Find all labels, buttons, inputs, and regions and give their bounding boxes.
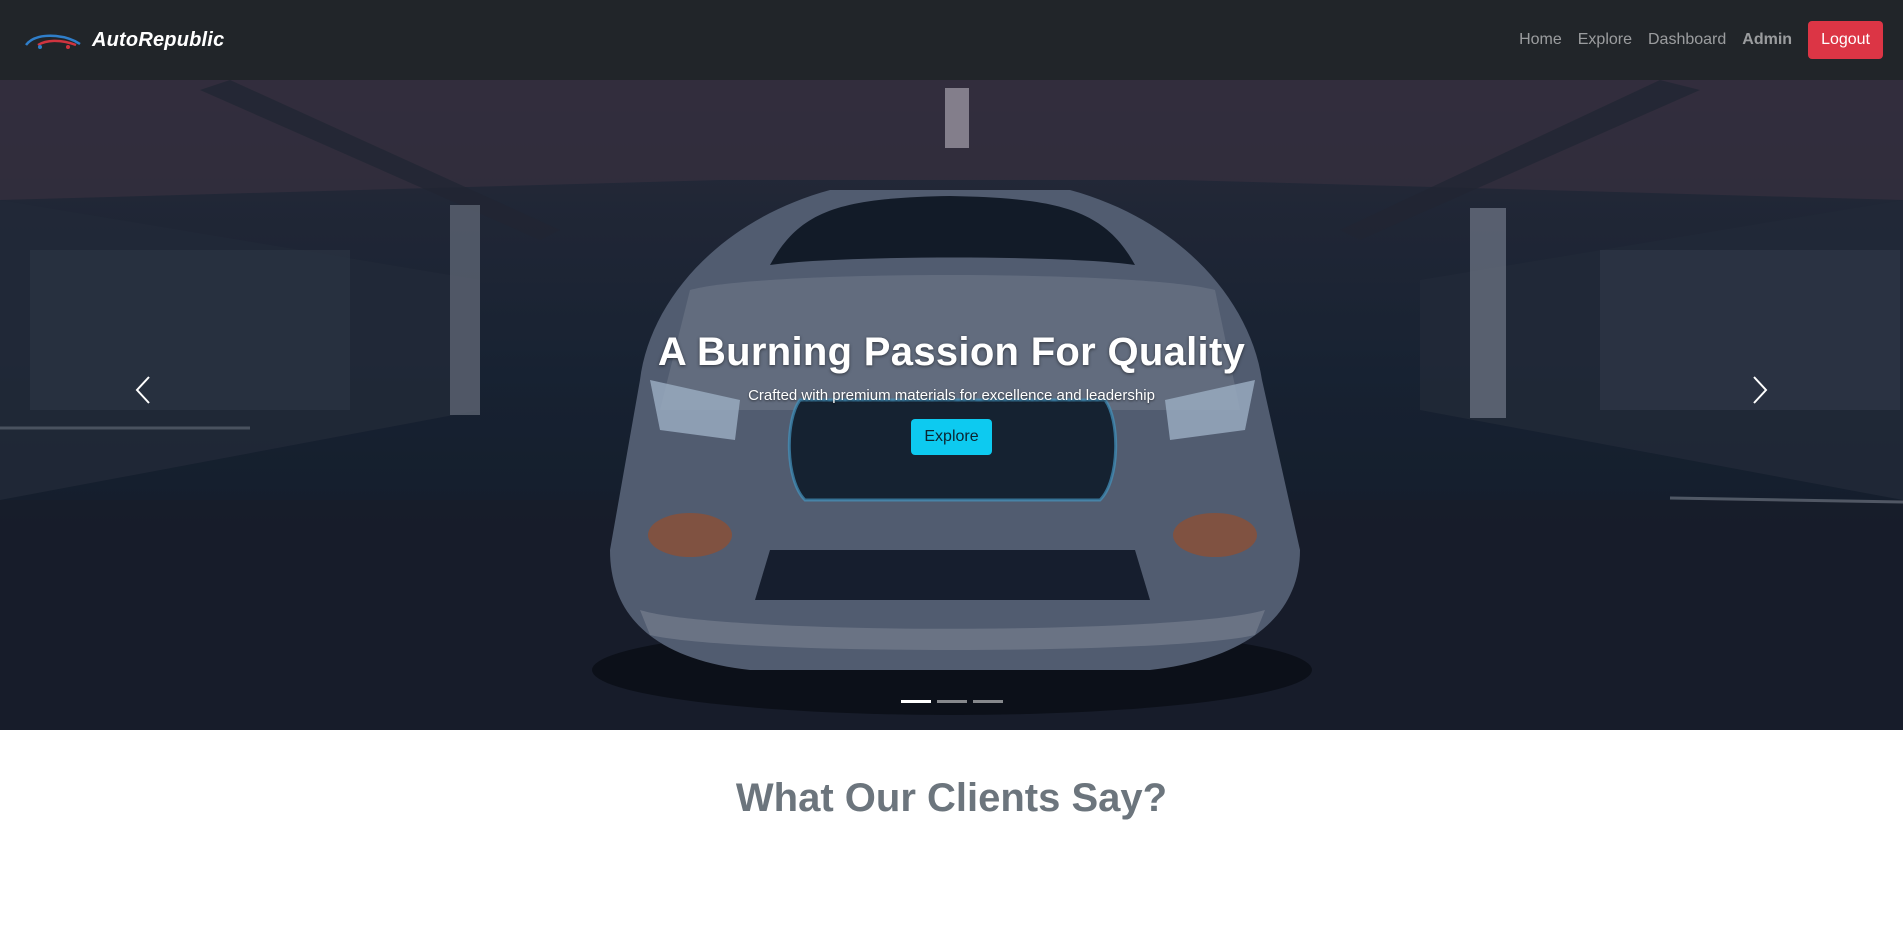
logout-button[interactable]: Logout — [1808, 21, 1883, 59]
user-name: Admin — [1742, 31, 1793, 48]
car-logo-icon — [25, 34, 81, 49]
testimonials-title: What Our Clients Say? — [735, 776, 1168, 820]
navbar: AutoRepublic Home Explore Dashboard Admi… — [0, 0, 1903, 80]
nav-link-home[interactable]: Home — [1511, 23, 1570, 57]
nav-links: Home Explore Dashboard Admin Logout — [1511, 21, 1883, 59]
carousel-indicator-1[interactable] — [900, 700, 931, 703]
brand-name: AutoRepublic — [92, 28, 225, 51]
carousel-indicator-3[interactable] — [972, 700, 1003, 703]
carousel-indicators — [0, 700, 1903, 703]
hero-subtitle: Crafted with premium materials for excel… — [748, 387, 1155, 404]
nav-link-dashboard[interactable]: Dashboard — [1640, 23, 1734, 57]
explore-button[interactable]: Explore — [911, 419, 992, 455]
hero-carousel: A Burning Passion For Quality Crafted wi… — [0, 80, 1903, 730]
hero-caption: A Burning Passion For Quality Crafted wi… — [0, 330, 1903, 455]
brand[interactable]: AutoRepublic — [24, 28, 224, 52]
hero-title: A Burning Passion For Quality — [657, 330, 1246, 374]
nav-link-explore[interactable]: Explore — [1570, 23, 1640, 57]
carousel-indicator-2[interactable] — [936, 700, 967, 703]
